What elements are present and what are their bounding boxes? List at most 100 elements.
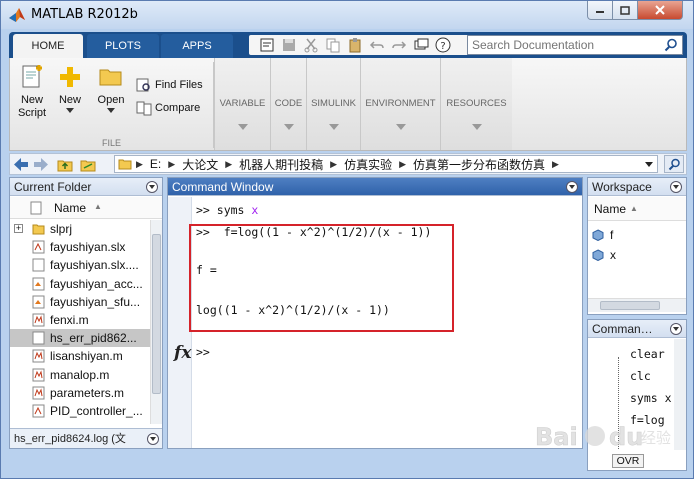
- file-list-item[interactable]: lisanshiyan.m: [10, 347, 150, 365]
- file-name: slprj: [50, 222, 73, 236]
- maximize-button[interactable]: [612, 1, 638, 20]
- chevron-down-icon: [328, 124, 339, 130]
- resources-section-label: RESOURCES: [446, 98, 507, 109]
- svg-text:?: ?: [440, 41, 445, 52]
- save-icon[interactable]: [281, 37, 297, 53]
- expand-details-icon[interactable]: [147, 433, 159, 445]
- search-documentation[interactable]: [467, 35, 683, 55]
- search-icon[interactable]: [664, 38, 678, 52]
- new-script-button[interactable]: New Script: [16, 64, 48, 120]
- open-button[interactable]: Open: [96, 64, 126, 113]
- browse-folder-icon[interactable]: [80, 157, 96, 172]
- matlab-window: MATLAB R2012b HOME PLOTS APPS ? Search D…: [0, 0, 694, 479]
- environment-section-label: ENVIRONMENT: [365, 98, 436, 109]
- sym-variable-icon: [592, 229, 604, 241]
- history-entry[interactable]: clc: [630, 369, 651, 383]
- variable-name: f: [610, 228, 614, 242]
- workspace-variable-row[interactable]: f: [588, 226, 613, 244]
- current-folder-header[interactable]: Current Folder: [10, 178, 162, 196]
- m-file-icon: [32, 386, 45, 400]
- sort-ascending-icon: ▲: [94, 202, 102, 211]
- switch-windows-icon[interactable]: [413, 37, 429, 53]
- breadcrumb-drive[interactable]: E:: [147, 157, 164, 171]
- command-line-syms: >> syms x: [196, 203, 258, 217]
- ribbon-section-resources[interactable]: RESOURCES: [440, 58, 512, 150]
- search-input[interactable]: [468, 36, 648, 54]
- undo-icon[interactable]: [369, 37, 385, 53]
- file-list-item[interactable]: fenxi.m: [10, 311, 150, 329]
- command-window-title: Command Window: [172, 180, 274, 194]
- command-history-header[interactable]: Comman…: [588, 320, 686, 338]
- help-icon[interactable]: ?: [435, 37, 451, 53]
- breadcrumb-item[interactable]: 仿真第一步分布函数仿真: [410, 156, 548, 172]
- compare-button[interactable]: Compare: [136, 100, 200, 116]
- paste-icon[interactable]: [347, 37, 363, 53]
- column-header-name[interactable]: Name ▲: [10, 197, 162, 219]
- up-folder-icon[interactable]: [57, 157, 73, 172]
- file-name: fayushiyan.slx....: [50, 258, 139, 273]
- minimize-button[interactable]: [587, 1, 613, 20]
- breadcrumb-item[interactable]: 大论文: [179, 156, 221, 172]
- chevron-down-icon: [283, 124, 294, 130]
- address-bar: ▶ E: ▶ 大论文 ▶ 机器人期刊投稿 ▶ 仿真实验 ▶ 仿真第一步分布函数仿…: [9, 153, 687, 175]
- search-icon: [668, 158, 680, 170]
- breadcrumb-item[interactable]: 仿真实验: [341, 156, 395, 172]
- mex-file-icon: [32, 277, 45, 291]
- tab-home[interactable]: HOME: [13, 34, 83, 58]
- quick-access-toolbar: ?: [249, 35, 471, 55]
- tab-apps[interactable]: APPS: [161, 34, 233, 58]
- ribbon-section-environment[interactable]: ENVIRONMENT: [360, 58, 440, 150]
- command-output[interactable]: >> syms x >> f=log((1 - x^2)^(1/2)/(x - …: [168, 197, 582, 448]
- workspace-column-name[interactable]: Name ▲: [588, 197, 686, 221]
- file-list-item[interactable]: fayushiyan_acc...: [10, 275, 150, 293]
- file-list-item[interactable]: hs_err_pid862...: [10, 329, 150, 348]
- new-label: New: [58, 94, 81, 106]
- new-button[interactable]: New: [56, 64, 84, 113]
- path-field[interactable]: ▶ E: ▶ 大论文 ▶ 机器人期刊投稿 ▶ 仿真实验 ▶ 仿真第一步分布函数仿…: [114, 155, 658, 173]
- function-browser-icon[interactable]: fx: [174, 343, 191, 363]
- path-dropdown-icon[interactable]: [645, 162, 653, 167]
- scrollbar-thumb[interactable]: [152, 234, 161, 394]
- simulink-model-icon: [32, 240, 45, 254]
- breadcrumb-item[interactable]: 机器人期刊投稿: [236, 156, 326, 172]
- back-icon[interactable]: [13, 157, 29, 172]
- panel-menu-icon[interactable]: [670, 181, 682, 193]
- find-files-button[interactable]: Find Files: [136, 77, 203, 93]
- tab-plots[interactable]: PLOTS: [87, 34, 159, 58]
- workspace-header[interactable]: Workspace: [588, 178, 686, 196]
- history-entry[interactable]: syms x: [630, 391, 672, 405]
- close-button[interactable]: [637, 1, 683, 20]
- open-label: Open: [97, 94, 125, 106]
- forward-icon[interactable]: [33, 157, 49, 172]
- file-list-item[interactable]: fayushiyan.slx....: [10, 256, 150, 274]
- layout-icon[interactable]: [259, 37, 275, 53]
- file-details-bar[interactable]: hs_err_pid8624.log (文: [10, 428, 162, 448]
- vertical-scrollbar[interactable]: [150, 220, 162, 424]
- sym-variable-icon: [592, 249, 604, 261]
- history-entry[interactable]: clear: [630, 347, 665, 361]
- file-list-item[interactable]: fayushiyan.slx: [10, 238, 150, 256]
- file-list-item[interactable]: manalop.m: [10, 366, 150, 384]
- workspace-variable-row[interactable]: x: [588, 246, 616, 264]
- search-folder-button[interactable]: [664, 155, 684, 173]
- command-window-header[interactable]: Command Window: [168, 178, 582, 196]
- ribbon-section-code[interactable]: CODE: [270, 58, 306, 150]
- expand-icon[interactable]: +: [14, 224, 23, 233]
- command-prompt[interactable]: >>: [196, 345, 210, 359]
- scrollbar-thumb[interactable]: [600, 301, 660, 310]
- matlab-logo-icon: [9, 8, 25, 22]
- file-list-item[interactable]: fayushiyan_sfu...: [10, 293, 150, 311]
- file-list-item[interactable]: parameters.m: [10, 384, 150, 402]
- panel-menu-icon[interactable]: [146, 181, 158, 193]
- cut-icon[interactable]: [303, 37, 319, 53]
- file-list-item[interactable]: + slprj: [10, 220, 150, 238]
- horizontal-scrollbar[interactable]: [588, 298, 686, 312]
- ribbon-section-variable[interactable]: VARIABLE: [214, 58, 270, 150]
- redo-icon[interactable]: [391, 37, 407, 53]
- copy-icon[interactable]: [325, 37, 341, 53]
- file-list-item[interactable]: PID_controller_...: [10, 402, 150, 420]
- panel-menu-icon[interactable]: [566, 181, 578, 193]
- baidu-watermark-logo: Bai du 经验: [535, 423, 671, 452]
- ribbon-section-simulink[interactable]: SIMULINK: [306, 58, 360, 150]
- panel-menu-icon[interactable]: [670, 323, 682, 335]
